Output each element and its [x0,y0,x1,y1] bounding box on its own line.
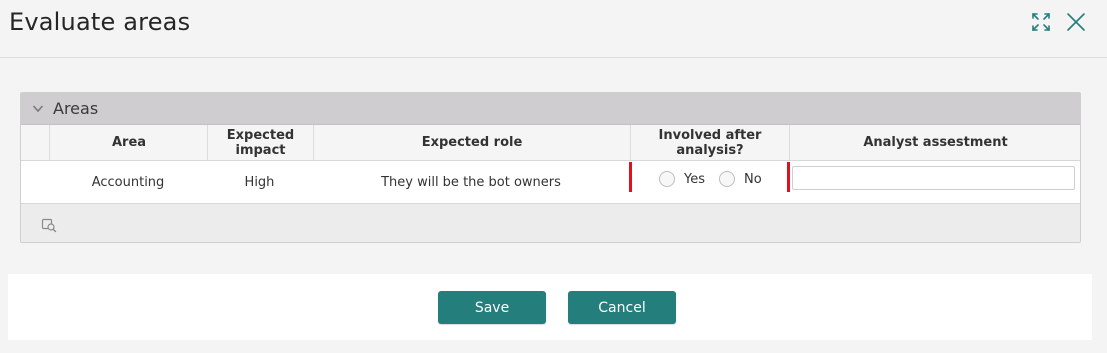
analyst-assessment-input[interactable] [792,166,1075,190]
areas-panel: Areas Area Expected impact Expected role… [20,92,1081,243]
radio-no[interactable] [719,171,735,187]
action-bar: Save Cancel [8,274,1092,340]
areas-panel-title: Areas [53,99,99,118]
dialog-title: Evaluate areas [9,8,191,36]
areas-panel-header[interactable]: Areas [21,93,1080,125]
radio-yes-label[interactable]: Yes [684,172,705,187]
table-row: Accounting High They will be the bot own… [21,161,1080,204]
radio-no-label[interactable]: No [744,172,762,187]
column-header-expected-role: Expected role [313,125,630,160]
involved-radio-group: Yes No [659,171,762,187]
required-marker [629,162,632,192]
cell-area: Accounting [91,174,165,190]
cancel-button[interactable]: Cancel [568,291,676,324]
column-header-analyst-assessment: Analyst assestment [789,125,1081,160]
table-header: Area Expected impact Expected role Invol… [21,125,1080,161]
column-header-involved-after-analysis: Involved after analysis? [630,125,789,160]
save-button[interactable]: Save [438,291,546,324]
chevron-down-icon[interactable] [32,103,44,115]
radio-yes[interactable] [659,171,675,187]
close-icon[interactable] [1066,12,1086,32]
column-header-expected-impact: Expected impact [207,125,313,160]
search-icon[interactable] [41,217,57,233]
row-selector-header [21,125,48,160]
expand-icon[interactable] [1031,12,1051,32]
required-marker [787,162,790,192]
column-header-area: Area [49,125,208,160]
cell-expected-impact: High [244,174,275,190]
cell-expected-role: They will be the bot owners [381,174,561,190]
dialog-header: Evaluate areas [0,0,1107,58]
